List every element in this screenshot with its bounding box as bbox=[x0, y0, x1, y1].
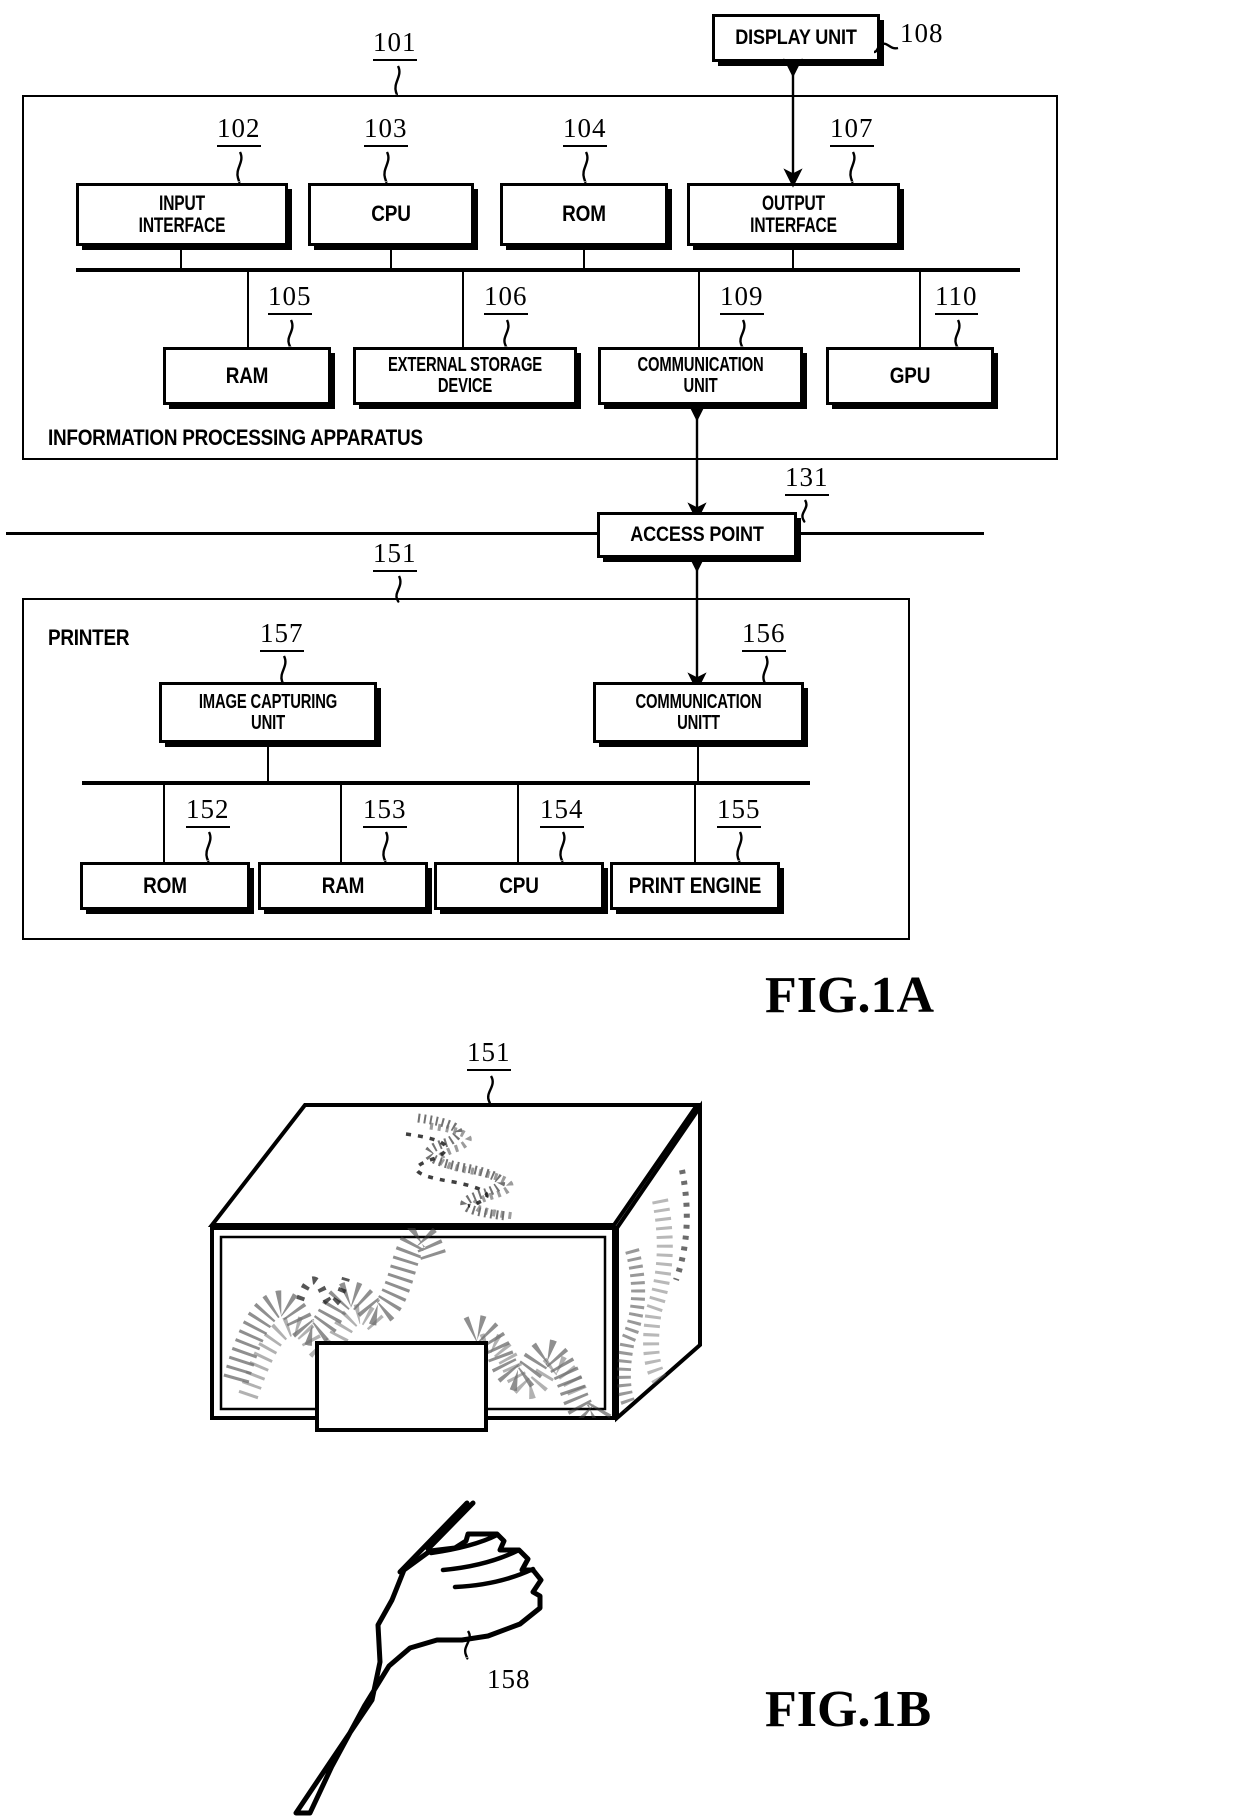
figure-1b-caption: FIG.1B bbox=[765, 1681, 932, 1738]
printer-perspective-drawing bbox=[207, 1100, 702, 1816]
access-point-label: ACCESS POINT bbox=[630, 523, 764, 547]
ref-158: 158 bbox=[487, 1664, 531, 1694]
access-point-box: ACCESS POINT bbox=[597, 512, 797, 558]
hand-illustration bbox=[293, 1500, 544, 1816]
patent-figure-sheet: DISPLAY UNIT 108 101 102 103 104 107 INP… bbox=[0, 0, 1240, 1819]
